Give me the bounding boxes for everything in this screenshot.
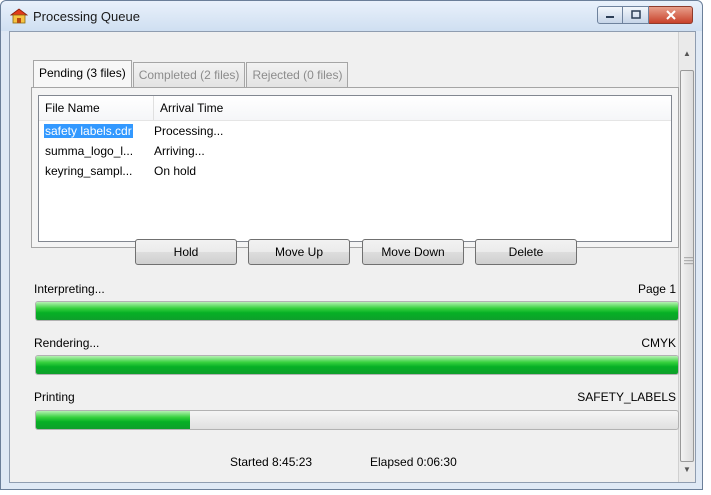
window-controls — [597, 6, 693, 24]
arrival-status: Processing... — [154, 124, 224, 138]
list-item[interactable]: summa_logo_l... Arriving... — [39, 141, 671, 161]
printing-label: Printing — [34, 390, 75, 404]
rendering-progress — [35, 355, 679, 375]
maximize-button[interactable] — [623, 6, 649, 24]
vertical-scrollbar[interactable]: ▲ — — — ▼ — [678, 32, 695, 482]
file-list[interactable]: File Name Arrival Time safety labels.cdr… — [38, 95, 672, 242]
list-item[interactable]: safety labels.cdr Processing... — [39, 121, 671, 141]
grip-icon: — — — — [684, 252, 693, 268]
minimize-button[interactable] — [597, 6, 623, 24]
list-item[interactable]: keyring_sampl... On hold — [39, 161, 671, 181]
client-area: ▲ — — — ▼ Pending (3 files) Completed (2 f… — [9, 31, 696, 483]
queue-tabs: Pending (3 files) Completed (2 files) Re… — [33, 60, 349, 87]
file-name: keyring_sampl... — [45, 164, 133, 178]
maximize-icon — [630, 10, 641, 19]
tab-rejected[interactable]: Rejected (0 files) — [246, 62, 349, 87]
interpreting-progress — [35, 301, 679, 321]
delete-button[interactable]: Delete — [475, 239, 577, 265]
progress-fill — [36, 302, 678, 320]
interpreting-info: Page 1 — [637, 282, 676, 296]
printing-progress — [35, 410, 679, 430]
tab-completed[interactable]: Completed (2 files) — [132, 62, 246, 87]
column-arrival-time[interactable]: Arrival Time — [154, 96, 671, 120]
move-up-button[interactable]: Move Up — [248, 239, 350, 265]
column-file-name[interactable]: File Name — [39, 96, 154, 120]
tab-pending[interactable]: Pending (3 files) — [33, 60, 132, 87]
window-title: Processing Queue — [33, 9, 140, 24]
scroll-thumb[interactable]: — — — — [680, 70, 694, 462]
hold-button[interactable]: Hold — [135, 239, 237, 265]
file-name: summa_logo_l... — [45, 144, 134, 158]
processing-queue-window: Processing Queue ▲ — — — ▼ Pending (3 fi… — [0, 0, 703, 490]
close-button[interactable] — [649, 6, 693, 24]
minimize-icon — [606, 16, 614, 18]
scroll-down-icon[interactable]: ▼ — [679, 462, 695, 478]
app-icon — [10, 8, 28, 24]
interpreting-label: Interpreting... — [34, 282, 105, 296]
arrival-status: On hold — [154, 164, 197, 178]
progress-fill — [36, 411, 191, 429]
file-name: safety labels.cdr — [44, 124, 133, 138]
arrival-status: Arriving... — [154, 144, 205, 158]
printing-info: SAFETY_LABELS — [577, 390, 676, 404]
move-down-button[interactable]: Move Down — [362, 239, 464, 265]
rendering-info: CMYK — [641, 336, 676, 350]
tab-panel: File Name Arrival Time safety labels.cdr… — [31, 87, 679, 248]
progress-fill — [36, 356, 678, 374]
elapsed-time: Elapsed 0:06:30 — [370, 455, 457, 469]
started-time: Started 8:45:23 — [230, 455, 313, 469]
list-header: File Name Arrival Time — [39, 96, 671, 121]
rendering-label: Rendering... — [34, 336, 100, 350]
scroll-up-icon[interactable]: ▲ — [679, 46, 695, 62]
title-bar[interactable]: Processing Queue — [1, 1, 702, 31]
close-icon — [665, 10, 676, 20]
